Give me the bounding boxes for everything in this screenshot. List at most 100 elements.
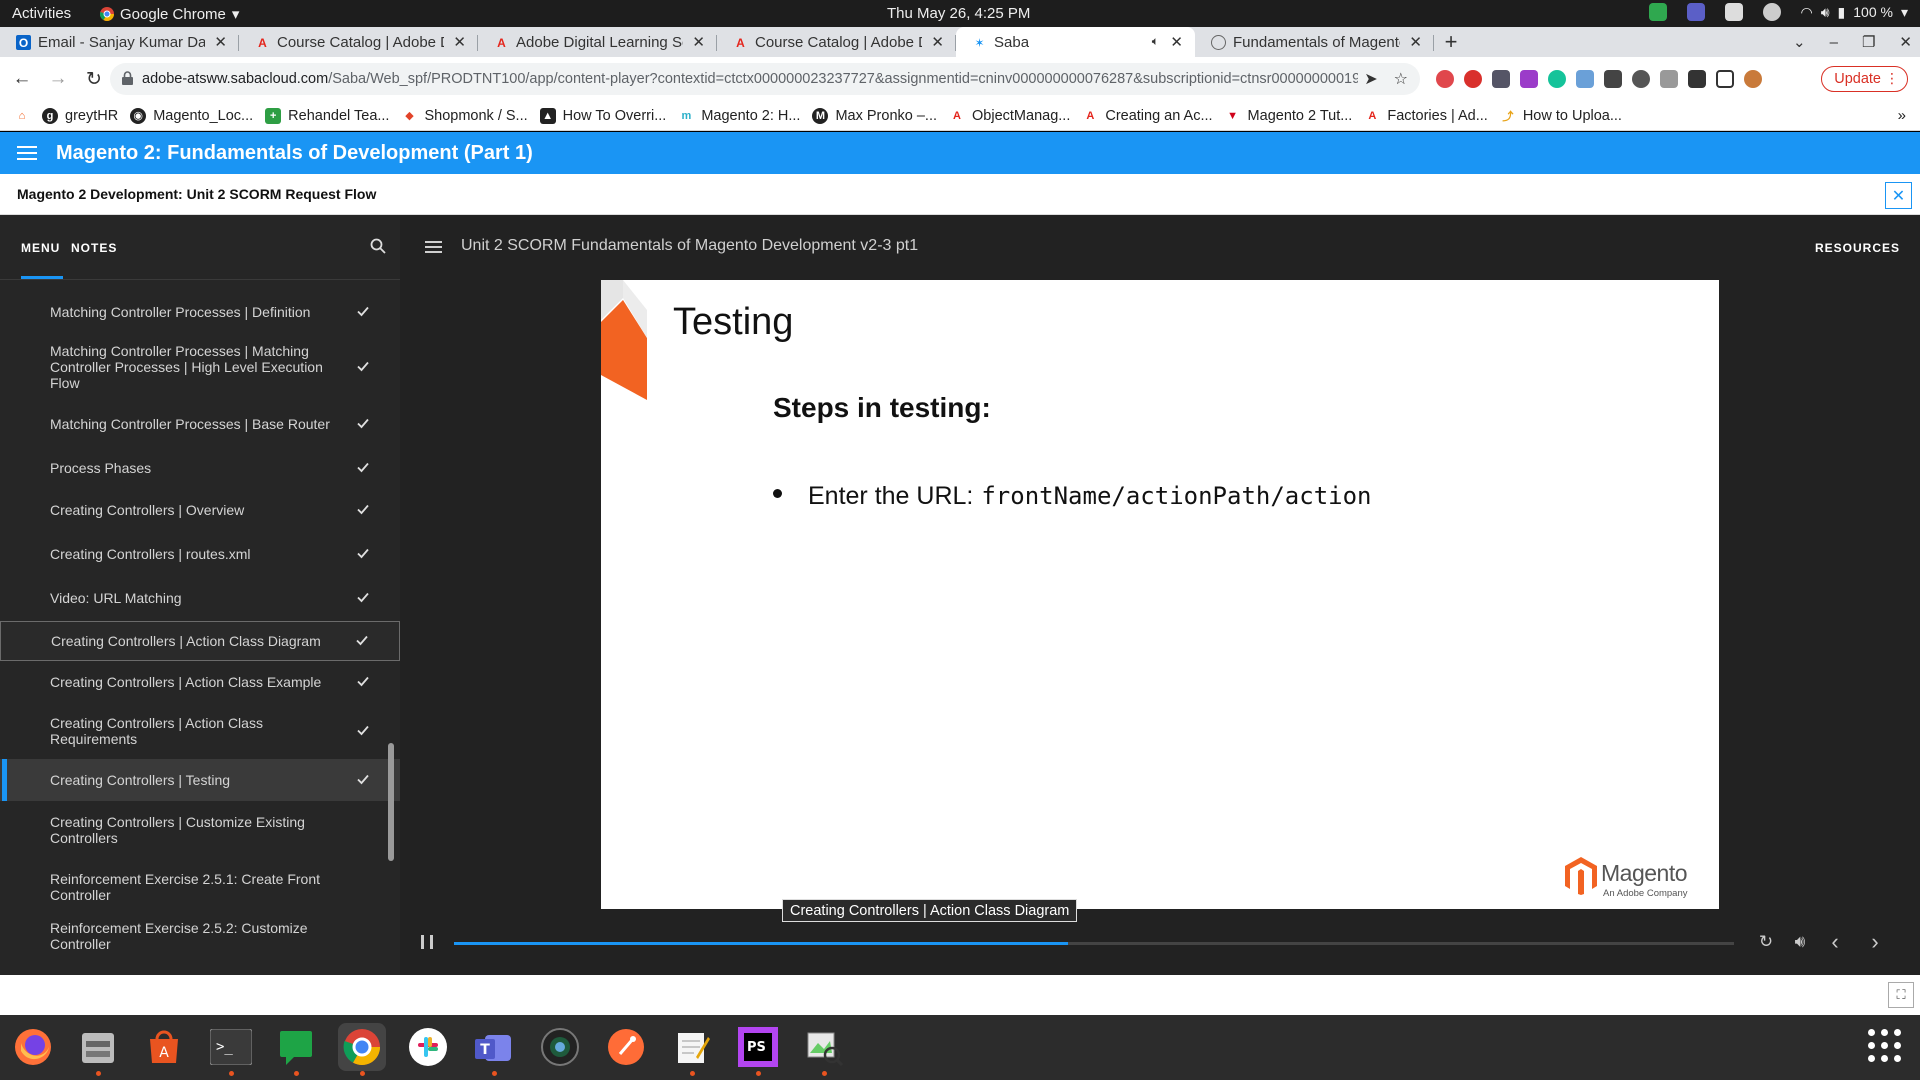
lesson-item[interactable]: Matching Controller Processes | Base Rou…: [0, 399, 400, 449]
lesson-item[interactable]: Process Phases: [0, 449, 400, 487]
profile-avatar[interactable]: [1744, 70, 1762, 88]
next-slide-button[interactable]: ›: [1865, 929, 1885, 954]
dock-chrome[interactable]: [338, 1023, 386, 1076]
reload-button[interactable]: ↻: [80, 68, 108, 91]
more-menu-icon[interactable]: ⋮: [1885, 70, 1899, 87]
forward-button[interactable]: →: [44, 68, 72, 90]
show-applications-icon[interactable]: [1868, 1029, 1902, 1063]
dock-files[interactable]: [74, 1023, 122, 1076]
lesson-item[interactable]: Creating Controllers | Testing: [0, 759, 400, 801]
slack-tray-icon[interactable]: [1724, 3, 1743, 21]
hamburger-menu-icon[interactable]: [425, 241, 442, 253]
dock-webcam[interactable]: [536, 1023, 584, 1071]
extension-square-icon[interactable]: [1604, 70, 1622, 88]
dock-firefox[interactable]: [9, 1023, 57, 1071]
new-tab-button[interactable]: +: [1434, 27, 1468, 57]
back-button[interactable]: ←: [8, 68, 36, 90]
tab-fundamentals[interactable]: Fundamentals of Magento ✕: [1195, 27, 1434, 57]
clock[interactable]: Thu May 26, 4:25 PM: [887, 5, 1030, 22]
close-icon[interactable]: ✕: [453, 33, 466, 51]
more-bookmarks-icon[interactable]: »: [1898, 107, 1906, 124]
extension-st-icon[interactable]: [1520, 70, 1538, 88]
lesson-item[interactable]: Creating Controllers | Action Class Exam…: [0, 661, 400, 703]
bookmark-shopmonk[interactable]: ◆ Shopmonk / S...: [401, 108, 527, 124]
activities-button[interactable]: Activities: [12, 5, 71, 22]
close-window-button[interactable]: ✕: [1899, 33, 1912, 51]
tab-adobe-digital-learning[interactable]: A Adobe Digital Learning Se ✕: [478, 27, 717, 57]
replay-button[interactable]: ↻: [1756, 932, 1776, 952]
bookmark-magento-2-tut[interactable]: ▼ Magento 2 Tut...: [1225, 108, 1352, 124]
chat-tray-icon[interactable]: [1648, 3, 1667, 21]
bookmark-how-to-overri[interactable]: ▲ How To Overri...: [539, 107, 666, 124]
extension-heart-icon[interactable]: [1436, 70, 1454, 88]
bookmark-rehandel[interactable]: + Rehandel Tea...: [265, 107, 389, 124]
tab-menu[interactable]: MENU: [21, 241, 60, 255]
lesson-item[interactable]: Reinforcement Exercise 2.5.1: Create Fro…: [0, 859, 400, 915]
extension-gear-blue-icon[interactable]: [1576, 70, 1594, 88]
bookmark-magento-icon-only[interactable]: ⌂: [14, 108, 30, 124]
pause-button[interactable]: [421, 935, 433, 949]
update-button[interactable]: Update ⋮: [1821, 66, 1908, 92]
address-bar[interactable]: adobe-atsww.sabacloud.com/Saba/Web_spf/P…: [110, 63, 1420, 95]
app-menu[interactable]: Google Chrome ▾: [100, 5, 239, 23]
bookmark-how-to-uploa[interactable]: ⤴ How to Uploa...: [1500, 108, 1622, 124]
tab-search-icon[interactable]: ⌄: [1793, 33, 1806, 51]
send-icon[interactable]: ➤: [1364, 69, 1377, 89]
dock-teams[interactable]: T: [470, 1023, 518, 1076]
lesson-item[interactable]: Creating Controllers | Overview: [0, 487, 400, 533]
sidebar-scrollbar[interactable]: [388, 743, 394, 861]
close-player-button[interactable]: ✕: [1885, 182, 1912, 209]
minimize-button[interactable]: –: [1830, 34, 1838, 51]
lesson-item[interactable]: Video: URL Matching: [0, 575, 400, 621]
previous-slide-button[interactable]: ‹: [1825, 929, 1845, 954]
tab-email[interactable]: O Email - Sanjay Kumar Das ✕: [0, 27, 239, 57]
lesson-item[interactable]: Creating Controllers | Action Class Requ…: [0, 703, 400, 759]
tab-course-catalog-2[interactable]: A Course Catalog | Adobe D ✕: [717, 27, 956, 57]
dock-terminal[interactable]: >_: [207, 1023, 255, 1076]
tab-notes[interactable]: NOTES: [71, 241, 117, 255]
bookmark-magento-2-h[interactable]: m Magento 2: H...: [678, 108, 800, 124]
dock-software[interactable]: A: [140, 1023, 188, 1071]
lesson-item[interactable]: Creating Controllers | Action Class Diag…: [0, 621, 400, 661]
audio-playing-icon[interactable]: 🔈︎: [1152, 34, 1159, 49]
close-icon[interactable]: ✕: [692, 33, 705, 51]
close-icon[interactable]: ✕: [931, 33, 944, 51]
bookmark-objectmanag[interactable]: A ObjectManag...: [949, 108, 1070, 124]
dock-slack[interactable]: [404, 1023, 452, 1071]
teams-tray-icon[interactable]: [1686, 3, 1705, 21]
bookmark-magento-loc[interactable]: ◉ Magento_Loc...: [130, 107, 253, 124]
dock-screenshot-viewer[interactable]: [800, 1023, 848, 1076]
adblock-icon[interactable]: [1464, 70, 1482, 88]
tab-course-catalog[interactable]: A Course Catalog | Adobe D ✕: [239, 27, 478, 57]
hamburger-menu-icon[interactable]: [17, 146, 37, 160]
resources-button[interactable]: RESOURCES: [1815, 241, 1900, 255]
side-panel-icon[interactable]: [1716, 70, 1734, 88]
search-icon[interactable]: [370, 238, 386, 254]
extension-link-icon[interactable]: [1660, 70, 1678, 88]
extension-settings-icon[interactable]: [1632, 70, 1650, 88]
dock-chat[interactable]: [272, 1023, 320, 1076]
bookmark-max-pronko[interactable]: M Max Pronko –...: [812, 107, 937, 124]
dock-text-editor[interactable]: [668, 1023, 716, 1076]
close-icon[interactable]: ✕: [214, 33, 227, 51]
progress-bar[interactable]: [454, 942, 1734, 945]
bookmark-factories[interactable]: A Factories | Ad...: [1364, 108, 1487, 124]
bookmark-creating-an-ac[interactable]: A Creating an Ac...: [1082, 108, 1212, 124]
lesson-item[interactable]: Creating Controllers | Customize Existin…: [0, 801, 400, 859]
close-icon[interactable]: ✕: [1409, 33, 1422, 51]
lesson-item[interactable]: Matching Controller Processes | Matching…: [0, 335, 400, 399]
bookmark-star-icon[interactable]: ☆: [1394, 69, 1408, 89]
dock-phpstorm[interactable]: PS: [734, 1023, 782, 1076]
lesson-item[interactable]: Reinforcement Exercise 2.5.2: Customize …: [0, 915, 400, 957]
dock-postman[interactable]: [602, 1023, 650, 1071]
tab-saba[interactable]: ✶ Saba 🔈︎ ✕: [956, 27, 1195, 57]
restore-button[interactable]: ❐: [1862, 33, 1875, 51]
close-icon[interactable]: ✕: [1170, 33, 1183, 51]
fullscreen-button[interactable]: ⛶: [1888, 982, 1914, 1008]
lesson-item[interactable]: Matching Controller Processes | Definiti…: [0, 289, 400, 335]
extension-grid-icon[interactable]: [1492, 70, 1510, 88]
grammarly-icon[interactable]: [1548, 70, 1566, 88]
bookmark-greythr[interactable]: g greytHR: [42, 107, 118, 124]
volume-button[interactable]: 🔊︎: [1790, 932, 1810, 952]
extensions-puzzle-icon[interactable]: [1688, 70, 1706, 88]
